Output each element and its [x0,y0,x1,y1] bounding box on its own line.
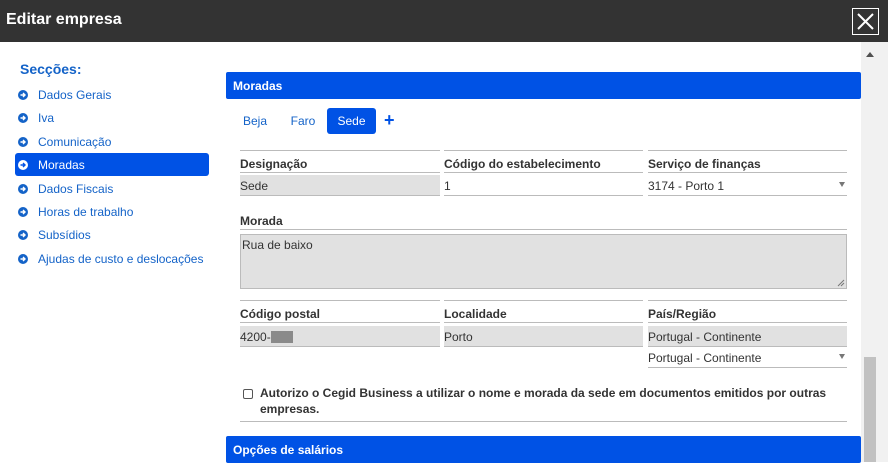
pais-regiao-label: País/Região [648,307,717,321]
arrow-circle-right-icon [18,89,28,100]
tab-sede[interactable]: Sede [327,108,376,134]
sidebar-item-comunicacao[interactable]: Comunicação [15,130,209,153]
section-header-moradas[interactable]: Moradas [226,72,861,99]
servico-financas-select[interactable]: 3174 - Porto 1 [648,175,847,196]
divider [648,300,847,301]
divider [444,322,643,323]
divider [648,322,847,323]
dropdown-arrow-icon [839,354,845,359]
codigo-estabelecimento-input[interactable]: 1 [444,175,643,196]
servico-financas-value: 3174 - Porto 1 [648,179,725,193]
arrow-circle-right-icon [18,136,28,147]
sidebar-item-label: Subsídios [38,227,91,242]
divider [444,172,643,173]
sidebar-item-label: Horas de trabalho [38,204,134,219]
sidebar-item-label: Dados Gerais [38,87,112,102]
scrollbar-thumb[interactable] [864,357,876,462]
arrow-circle-right-icon [18,206,28,217]
dialog-title: Editar empresa [6,11,122,28]
resize-handle-icon[interactable] [837,279,845,287]
sidebar-item-label: Iva [38,110,55,125]
sidebar-item-label: Ajudas de custo e deslocações [38,251,204,266]
designacao-label: Designação [240,157,308,171]
morada-value: Rua de baixo [242,238,313,252]
codigo-postal-label: Código postal [240,307,320,321]
close-button[interactable] [852,8,879,35]
divider [240,421,847,422]
scroll-up-arrow-icon[interactable] [866,52,874,57]
sidebar-item-label: Comunicação [38,134,112,149]
close-icon [857,13,874,30]
arrow-circle-right-icon [18,112,28,123]
sidebar-item-subsidios[interactable]: Subsídios [15,223,209,246]
servico-financas-label: Serviço de finanças [648,157,761,171]
divider [240,322,440,323]
sidebar-item-moradas[interactable]: Moradas [15,153,209,176]
arrow-circle-right-icon [18,253,28,264]
redacted-block [270,331,293,343]
sidebar-item-horas-de-trabalho[interactable]: Horas de trabalho [15,200,209,223]
localidade-label: Localidade [444,307,507,321]
divider [648,150,847,151]
sidebar-item-iva[interactable]: Iva [15,106,209,129]
section-header-opcoes-salarios[interactable]: Opções de salários [226,436,861,463]
divider [240,229,847,230]
localidade-field: Porto [444,326,643,347]
consent-label: Autorizo o Cegid Business a utilizar o n… [260,386,827,416]
codigo-estabelecimento-label: Código do estabelecimento [444,157,601,171]
dialog-titlebar: Editar empresa [0,0,888,42]
divider [240,300,440,301]
arrow-circle-right-icon [18,183,28,194]
sidebar-item-dados-fiscais[interactable]: Dados Fiscais [15,177,209,200]
codigo-postal-value: 4200- [240,330,271,344]
divider [240,150,440,151]
dropdown-arrow-icon [839,182,845,187]
sidebar-item-dados-gerais[interactable]: Dados Gerais [15,83,209,106]
sidebar-item-label: Moradas [38,157,85,172]
morada-label: Morada [240,214,283,228]
divider [648,172,847,173]
tab-beja[interactable]: Beja [236,108,274,134]
divider [444,150,643,151]
tab-faro[interactable]: Faro [284,108,322,134]
sidebar-item-ajudas-de-custo-e-deslocacoes[interactable]: Ajudas de custo e deslocações [15,247,209,270]
sidebar-heading: Secções: [20,61,82,77]
morada-textarea[interactable]: Rua de baixo [240,234,847,289]
divider [444,300,643,301]
pais-regiao-select[interactable]: Portugal - Continente [648,347,847,368]
add-tab-button[interactable]: + [384,110,395,131]
pais-regiao-select-value: Portugal - Continente [648,351,762,365]
sidebar-item-label: Dados Fiscais [38,181,114,196]
arrow-circle-right-icon [18,159,28,170]
arrow-circle-right-icon [18,229,28,240]
divider [240,172,440,173]
pais-regiao-field: Portugal - Continente [648,326,847,347]
consent-checkbox[interactable] [243,389,253,399]
designacao-field: Sede [240,175,440,196]
codigo-postal-field: 4200- [240,326,440,347]
